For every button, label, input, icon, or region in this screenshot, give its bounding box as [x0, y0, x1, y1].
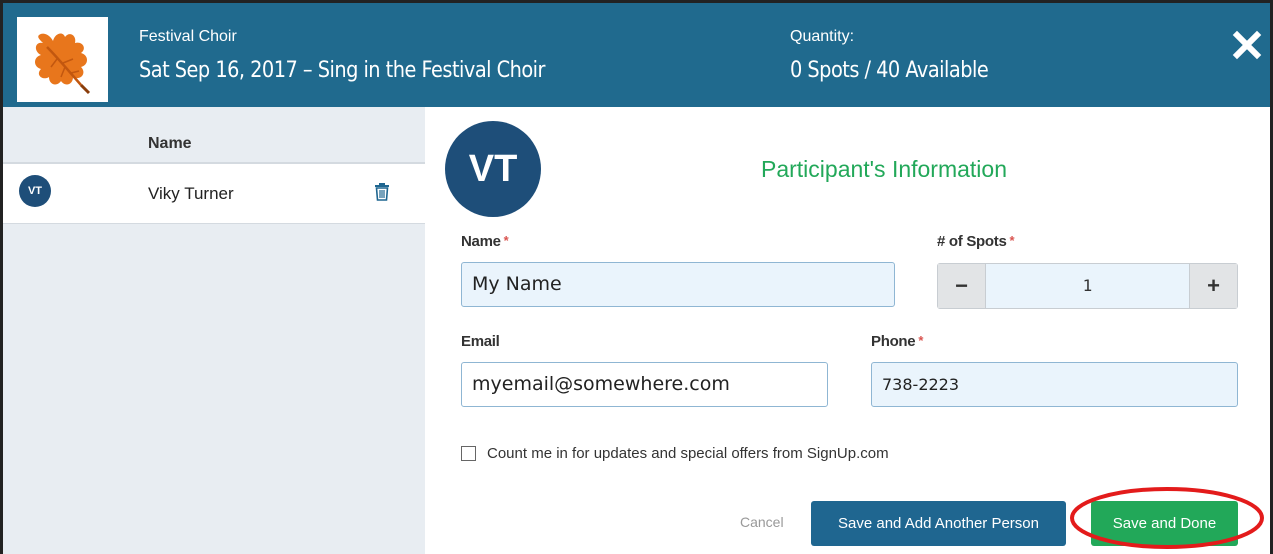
- spots-input[interactable]: 1: [986, 264, 1189, 308]
- increment-button[interactable]: +: [1189, 264, 1237, 308]
- avatar: VT: [19, 175, 51, 207]
- phone-field[interactable]: 738-2223: [871, 362, 1238, 407]
- save-and-add-button[interactable]: Save and Add Another Person: [811, 501, 1066, 546]
- name-field[interactable]: My Name: [461, 262, 895, 307]
- close-icon: [1232, 30, 1262, 60]
- optin-label: Count me in for updates and special offe…: [487, 445, 889, 462]
- name-label: Name *: [461, 233, 509, 250]
- trash-icon: [375, 183, 389, 201]
- quantity-label: Quantity:: [790, 28, 855, 45]
- required-mark: *: [1009, 233, 1015, 248]
- participant-row[interactable]: VT Viky Turner: [3, 164, 425, 224]
- email-label: Email: [461, 333, 500, 350]
- event-name: Festival Choir: [139, 28, 237, 45]
- required-mark: *: [918, 333, 924, 348]
- phone-label: Phone *: [871, 333, 924, 350]
- save-and-done-button[interactable]: Save and Done: [1091, 501, 1238, 546]
- spots-label: # of Spots *: [937, 233, 1015, 250]
- event-logo: [17, 17, 108, 102]
- participant-avatar: VT: [445, 121, 541, 217]
- email-field[interactable]: myemail@somewhere.com: [461, 362, 828, 407]
- participants-sidebar: Name VT Viky Turner: [3, 107, 425, 554]
- quantity-value: 0 Spots / 40 Available: [790, 58, 989, 83]
- spots-stepper: − 1 +: [937, 263, 1238, 309]
- close-button[interactable]: [1229, 27, 1265, 63]
- participant-name: Viky Turner: [148, 184, 234, 203]
- dialog-header: Festival Choir Sat Sep 16, 2017 – Sing i…: [3, 3, 1270, 107]
- decrement-button[interactable]: −: [938, 264, 986, 308]
- form-title: Participant's Information: [761, 156, 1008, 182]
- event-title: Sat Sep 16, 2017 – Sing in the Festival …: [139, 58, 545, 83]
- name-column-header: Name: [148, 135, 192, 152]
- cancel-button[interactable]: Cancel: [740, 514, 784, 530]
- oak-leaf-icon: [35, 33, 91, 95]
- optin-checkbox[interactable]: [461, 446, 476, 461]
- required-mark: *: [503, 233, 509, 248]
- delete-participant-button[interactable]: [373, 182, 391, 202]
